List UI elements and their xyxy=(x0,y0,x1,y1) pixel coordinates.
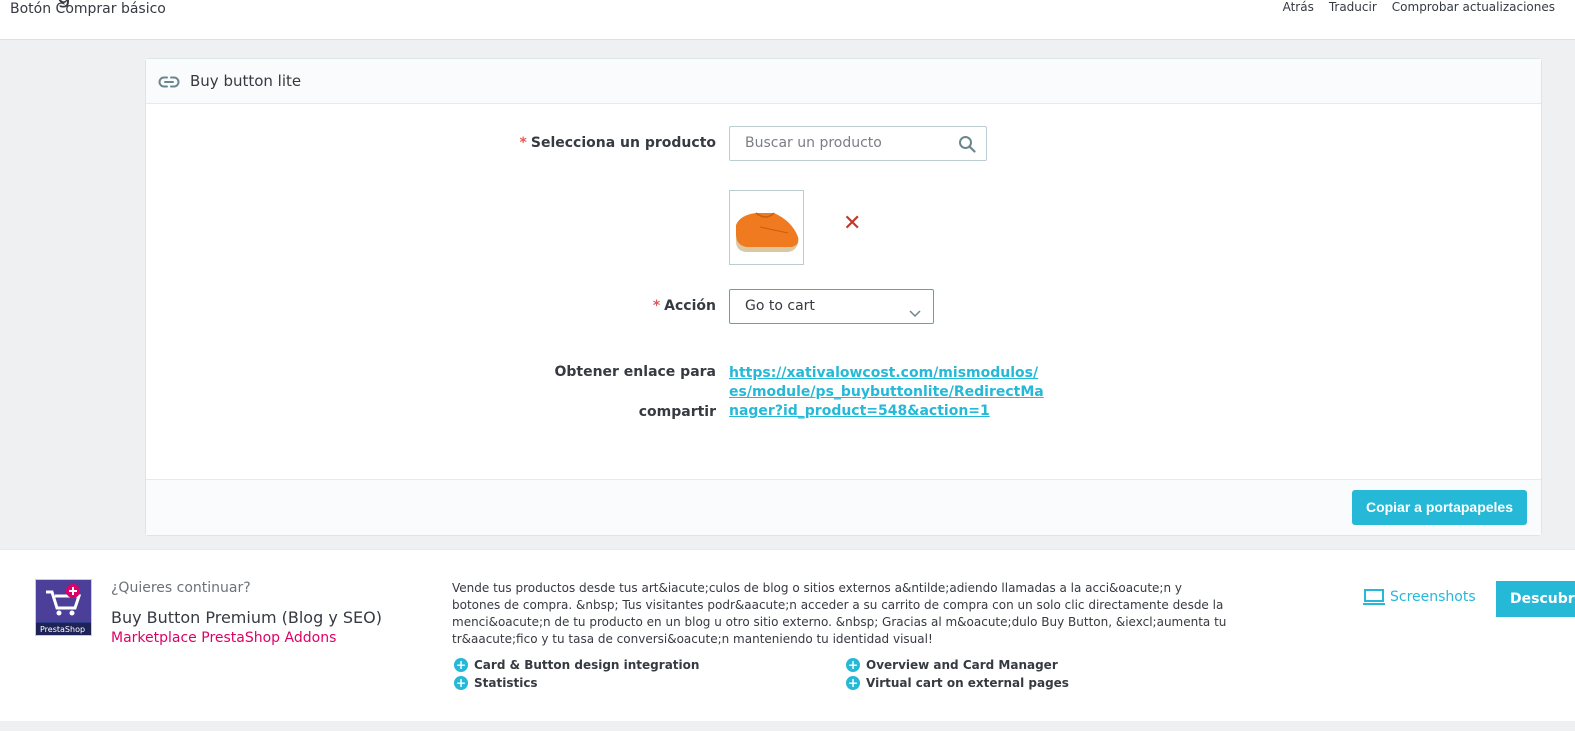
remove-product-button[interactable]: ✕ xyxy=(843,211,861,236)
translate-link[interactable]: Traducir xyxy=(1329,0,1377,14)
product-thumbnail xyxy=(729,190,804,265)
feature-item: + Card & Button design integration xyxy=(454,658,700,672)
required-mark: * xyxy=(519,135,527,151)
check-updates-link[interactable]: Comprobar actualizaciones xyxy=(1392,0,1555,14)
logo-text: PrestaShop xyxy=(40,625,85,634)
screenshots-link[interactable]: Screenshots xyxy=(1362,588,1476,606)
discover-button[interactable]: Descubrir xyxy=(1496,581,1575,617)
product-label: * Selecciona un producto xyxy=(519,135,716,151)
plus-icon: + xyxy=(846,658,860,672)
panel-title: Buy button lite xyxy=(190,72,302,90)
action-select-value: Go to cart xyxy=(745,298,815,314)
panel-footer: Copiar a portapapeles xyxy=(146,479,1541,535)
search-icon xyxy=(958,135,976,157)
plus-icon: + xyxy=(454,676,468,690)
required-mark: * xyxy=(652,298,661,314)
action-select[interactable]: Go to cart xyxy=(729,289,934,324)
back-link[interactable]: Atrás xyxy=(1283,0,1314,14)
addon-question: ¿Quieres continuar? xyxy=(111,580,251,596)
addon-description: Vende tus productos desde tus art&iacute… xyxy=(452,581,1227,646)
plus-icon: + xyxy=(846,676,860,690)
chevron-down-icon xyxy=(909,303,921,322)
buy-button-panel: Buy button lite * Selecciona un producto … xyxy=(145,58,1542,536)
feature-item: + Statistics xyxy=(454,676,538,690)
plus-icon: + xyxy=(454,658,468,672)
share-label: Obtener enlace para compartir xyxy=(554,364,716,420)
panel-header: Buy button lite xyxy=(146,59,1541,104)
share-url-link[interactable]: https://xativalowcost.com/mismodulos/es/… xyxy=(729,364,1047,421)
copy-to-clipboard-button[interactable]: Copiar a portapapeles xyxy=(1351,490,1527,525)
laptop-icon xyxy=(1363,589,1385,605)
shoe-image xyxy=(736,212,799,252)
addon-logo: PrestaShop xyxy=(35,579,92,636)
feature-item: + Virtual cart on external pages xyxy=(846,676,1069,690)
product-search-input[interactable]: Buscar un producto xyxy=(729,126,987,161)
link-icon xyxy=(158,74,180,88)
page-header: g Botón Comprar básico Atrás Traducir Co… xyxy=(0,0,1575,40)
feature-item: + Overview and Card Manager xyxy=(846,658,1058,672)
page-subtitle: Botón Comprar básico xyxy=(10,1,166,17)
action-label: * Acción xyxy=(652,298,716,314)
addon-name: Buy Button Premium (Blog y SEO) xyxy=(111,608,382,627)
addon-marketplace-link[interactable]: Marketplace PrestaShop Addons xyxy=(111,630,336,646)
search-placeholder: Buscar un producto xyxy=(745,135,882,151)
addon-recommendation: PrestaShop ¿Quieres continuar? Buy Butto… xyxy=(0,549,1575,721)
header-toolbar: Atrás Traducir Comprobar actualizaciones xyxy=(1283,0,1555,14)
